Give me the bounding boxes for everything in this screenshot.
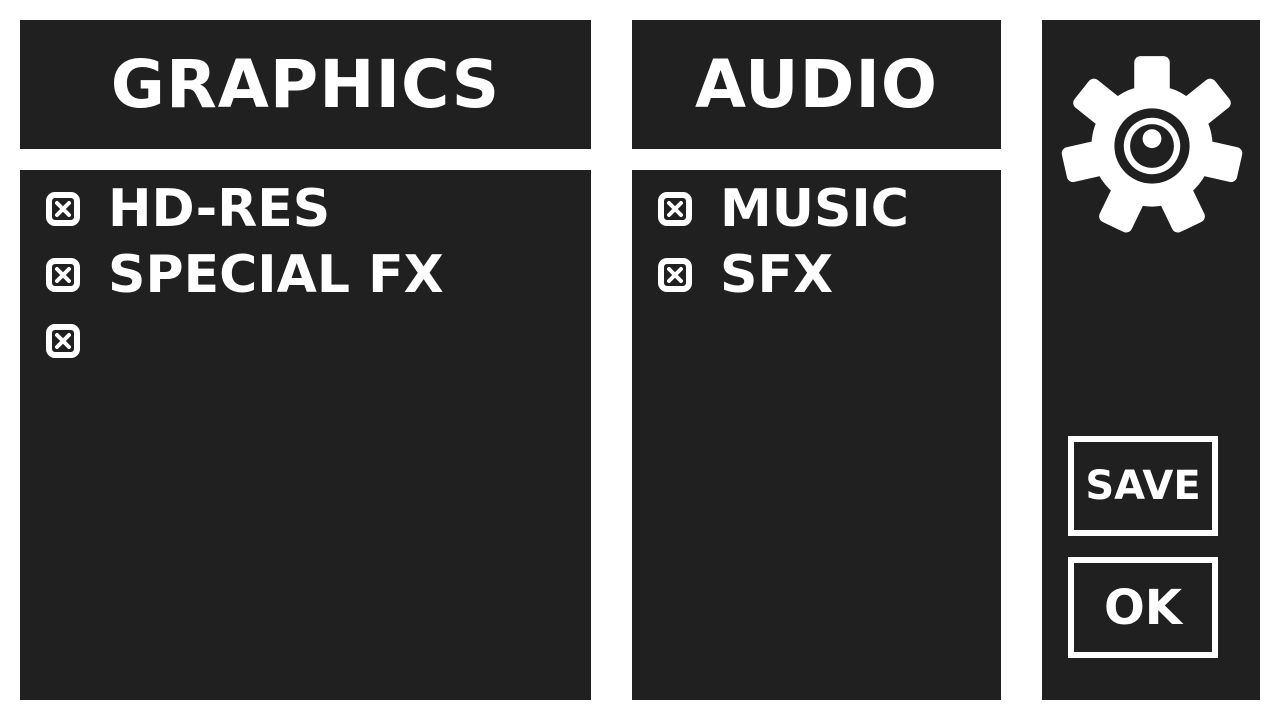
checked-x-icon bbox=[667, 267, 683, 283]
gear-icon[interactable] bbox=[1058, 52, 1246, 240]
graphics-title: GRAPHICS bbox=[110, 46, 501, 123]
graphics-header-panel: GRAPHICS bbox=[20, 20, 591, 149]
checkbox-hd-res[interactable] bbox=[46, 192, 80, 226]
checkbox-special-fx[interactable] bbox=[46, 258, 80, 292]
option-label: SPECIAL FX bbox=[108, 245, 444, 305]
option-sfx[interactable]: SFX bbox=[658, 242, 909, 308]
side-panel: SAVE OK bbox=[1042, 20, 1260, 700]
option-hd-res[interactable]: HD-RES bbox=[46, 176, 444, 242]
checkbox-sfx[interactable] bbox=[658, 258, 692, 292]
checked-x-icon bbox=[55, 333, 71, 349]
checked-x-icon bbox=[55, 267, 71, 283]
ok-button[interactable]: OK bbox=[1068, 557, 1218, 658]
save-button[interactable]: SAVE bbox=[1068, 436, 1218, 536]
audio-options-panel: MUSIC SFX bbox=[632, 170, 1001, 700]
option-label: HD-RES bbox=[108, 179, 331, 239]
checked-x-icon bbox=[667, 201, 683, 217]
checkbox-music[interactable] bbox=[658, 192, 692, 226]
option-unlabeled[interactable] bbox=[46, 308, 444, 374]
option-label: SFX bbox=[720, 245, 834, 305]
audio-header-panel: AUDIO bbox=[632, 20, 1001, 149]
option-music[interactable]: MUSIC bbox=[658, 176, 909, 242]
option-label: MUSIC bbox=[720, 179, 909, 239]
checkbox-unlabeled[interactable] bbox=[46, 324, 80, 358]
checked-x-icon bbox=[55, 201, 71, 217]
graphics-options-panel: HD-RES SPECIAL FX bbox=[20, 170, 591, 700]
audio-title: AUDIO bbox=[694, 46, 939, 123]
option-special-fx[interactable]: SPECIAL FX bbox=[46, 242, 444, 308]
